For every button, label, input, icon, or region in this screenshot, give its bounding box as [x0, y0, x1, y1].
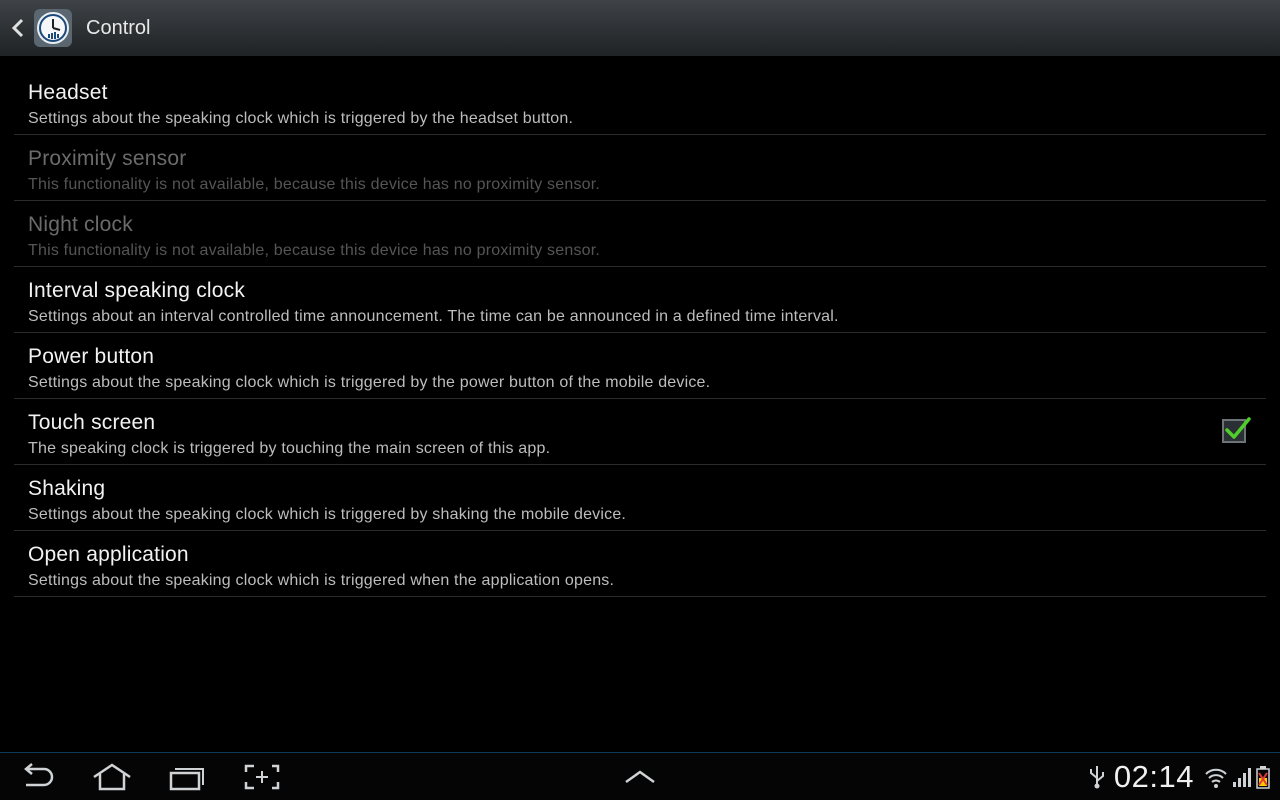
recent-apps-icon [169, 768, 204, 791]
screenshot-button[interactable] [243, 763, 283, 791]
system-bar: 02:14 [0, 752, 1280, 800]
action-bar: Control [0, 0, 1280, 56]
pref-item-open-application[interactable]: Open application Settings about the spea… [14, 531, 1266, 597]
pref-item-shaking[interactable]: Shaking Settings about the speaking cloc… [14, 465, 1266, 531]
pref-summary: Settings about the speaking clock which … [28, 572, 615, 589]
pref-item-headset[interactable]: Headset Settings about the speaking cloc… [14, 69, 1266, 135]
pref-summary: Settings about the speaking clock which … [28, 506, 627, 523]
pref-title: Open application [28, 543, 189, 566]
settings-screen: Control Headset Settings about the speak… [0, 0, 1280, 800]
back-icon [24, 763, 54, 787]
status-area[interactable]: 02:14 [1084, 753, 1270, 800]
pref-item-proximity-sensor: Proximity sensor This functionality is n… [14, 135, 1266, 201]
up-navigation-button[interactable] [0, 0, 72, 56]
pref-item-touch-screen[interactable]: Touch screen The speaking clock is trigg… [14, 399, 1266, 465]
pref-title: Headset [28, 81, 108, 104]
checkmark-icon [1225, 417, 1251, 439]
pref-item-night-clock: Night clock This functionality is not av… [14, 201, 1266, 267]
pref-summary: Settings about the speaking clock which … [28, 374, 711, 391]
screenshot-icon [244, 764, 280, 790]
pref-summary: Settings about an interval controlled ti… [28, 308, 839, 325]
pref-title: Interval speaking clock [28, 279, 246, 302]
pref-item-interval-speaking-clock[interactable]: Interval speaking clock Settings about a… [14, 267, 1266, 333]
battery-icon [1256, 766, 1270, 789]
pref-summary: This functionality is not available, bec… [28, 176, 601, 193]
chevron-up-icon [625, 770, 655, 784]
clock: 02:14 [1113, 759, 1194, 794]
page-title: Control [86, 16, 151, 39]
signal-icon [1233, 768, 1251, 787]
home-icon [93, 763, 131, 791]
pref-summary: The speaking clock is triggered by touch… [28, 440, 551, 457]
back-button[interactable] [18, 763, 58, 791]
chevron-left-icon [11, 18, 24, 38]
pref-title: Power button [28, 345, 155, 368]
home-button[interactable] [92, 763, 132, 791]
pref-summary: This functionality is not available, bec… [28, 242, 601, 259]
pref-title: Night clock [28, 213, 133, 236]
touch-screen-checkbox[interactable] [1222, 417, 1251, 443]
pref-title: Shaking [28, 477, 106, 500]
pref-summary: Settings about the speaking clock which … [28, 110, 574, 127]
pref-item-power-button[interactable]: Power button Settings about the speaking… [14, 333, 1266, 399]
recent-apps-button[interactable] [167, 763, 207, 791]
pref-title: Proximity sensor [28, 147, 187, 170]
app-tray-button[interactable] [620, 763, 660, 791]
pref-title: Touch screen [28, 411, 156, 434]
usb-icon [1089, 766, 1104, 789]
wifi-icon [1205, 768, 1227, 788]
speaking-clock-icon [34, 9, 72, 47]
preference-list: Headset Settings about the speaking cloc… [14, 69, 1266, 597]
